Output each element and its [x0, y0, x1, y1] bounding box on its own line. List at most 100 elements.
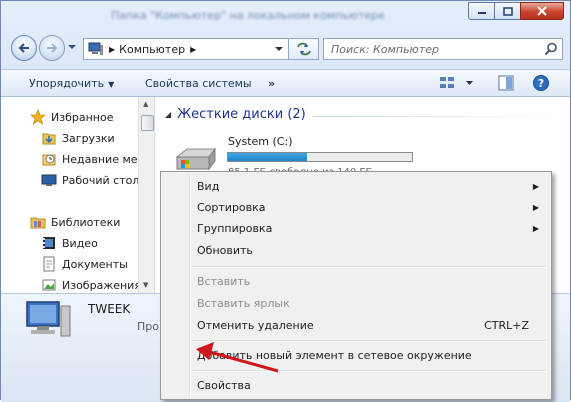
group-divider: [313, 116, 560, 117]
back-arrow-icon: [18, 43, 29, 53]
more-commands-button[interactable]: »: [268, 77, 275, 90]
back-button[interactable]: [11, 35, 37, 61]
nav-item-downloads[interactable]: Загрузки: [41, 128, 115, 148]
group-title: Жесткие диски (2): [177, 107, 306, 122]
address-dropdown-icon[interactable]: [274, 45, 284, 53]
video-icon: [41, 235, 57, 251]
nav-label: Видео: [62, 236, 98, 250]
minimize-icon: [477, 12, 486, 14]
help-icon[interactable]: ?: [532, 74, 550, 92]
forward-button[interactable]: [39, 35, 65, 61]
documents-icon: [41, 256, 57, 272]
menu-shortcut: CTRL+Z: [484, 318, 529, 332]
history-dropdown-icon[interactable]: [67, 43, 77, 51]
drive-usage-fill: [228, 153, 308, 161]
computer-name: TWEEK: [88, 302, 131, 316]
view-dropdown-icon[interactable]: [465, 80, 474, 87]
desktop-icon: [41, 172, 57, 188]
nav-label: Избранное: [51, 110, 114, 124]
preview-pane-icon[interactable]: [497, 74, 515, 92]
nav-label: Рабочий стол: [62, 173, 140, 187]
nav-label: Недавние мес: [62, 152, 144, 166]
nav-item-libraries[interactable]: Библиотеки: [30, 212, 120, 232]
menu-label: Обновить: [197, 243, 253, 257]
menu-item-undo-delete[interactable]: Отменить удаление CTRL+Z: [163, 315, 549, 335]
menu-item-paste-shortcut: Вставить ярлык: [163, 293, 549, 313]
window-controls: [468, 2, 564, 20]
nav-label: Загрузки: [62, 131, 115, 145]
drive-label[interactable]: System (C:): [228, 135, 293, 148]
hard-drive-icon: [175, 147, 216, 171]
recent-places-icon: [41, 151, 57, 167]
breadcrumb-separator[interactable]: ▶: [109, 45, 115, 54]
system-properties-button[interactable]: Свойства системы: [145, 77, 252, 90]
menu-separator: [191, 370, 547, 372]
scroll-up-icon[interactable]: ▲: [143, 100, 148, 108]
collapse-triangle-icon[interactable]: ◢: [165, 110, 171, 119]
breadcrumb-computer[interactable]: Компьютер: [119, 43, 185, 56]
nav-item-favorites[interactable]: Избранное: [30, 107, 113, 127]
menu-item-paste: Вставить: [163, 271, 549, 291]
menu-item-add-network-location[interactable]: Добавить новый элемент в сетевое окружен…: [163, 345, 549, 365]
organize-button[interactable]: Упорядочить ▼: [29, 77, 114, 90]
menu-item-refresh[interactable]: Обновить: [163, 240, 549, 260]
menu-item-properties[interactable]: Свойства: [163, 375, 549, 395]
nav-scrollbar[interactable]: ▲ ▼: [138, 97, 154, 293]
nav-item-documents[interactable]: Документы: [41, 254, 128, 274]
nav-item-video[interactable]: Видео: [41, 233, 98, 253]
star-icon: [30, 109, 46, 125]
organize-label: Упорядочить: [29, 77, 105, 90]
menu-label: Сортировка: [197, 200, 266, 214]
drive-usage-bar: [227, 152, 413, 162]
menu-label: Добавить новый элемент в сетевое окружен…: [197, 348, 472, 362]
menu-label: Группировка: [197, 221, 273, 235]
refresh-button[interactable]: [289, 38, 319, 60]
menu-item-group[interactable]: Группировка ▶: [163, 218, 549, 238]
nav-item-images[interactable]: Изображения: [41, 275, 141, 295]
images-icon: [41, 277, 57, 293]
maximize-icon: [502, 6, 513, 16]
address-field[interactable]: ▶ Компьютер ▶: [83, 38, 289, 60]
address-bar-area: ▶ Компьютер ▶ Поиск: Компьютер: [1, 29, 570, 69]
chevron-down-icon: ▼: [108, 80, 115, 89]
window-title: Папка "Компьютер" на локальном компьютер…: [111, 9, 385, 22]
menu-separator: [191, 340, 547, 342]
nav-item-recent[interactable]: Недавние мес: [41, 149, 144, 169]
menu-label: Вид: [197, 179, 220, 193]
search-icon[interactable]: [544, 42, 558, 56]
search-input[interactable]: Поиск: Компьютер: [323, 38, 563, 60]
view-options-icon[interactable]: [438, 74, 458, 92]
computer-icon: [88, 42, 103, 55]
scroll-thumb[interactable]: [141, 115, 154, 131]
menu-label: Вставить ярлык: [197, 296, 290, 310]
menu-item-view[interactable]: Вид ▶: [163, 176, 549, 196]
close-button[interactable]: [520, 2, 564, 20]
navigation-pane: Избранное Загрузки Недавние мес Рабочий …: [1, 97, 155, 293]
maximize-button[interactable]: [494, 2, 520, 20]
menu-label: Отменить удаление: [197, 318, 314, 332]
close-icon: [537, 6, 547, 16]
libraries-icon: [30, 214, 46, 230]
nav-label: Документы: [62, 257, 128, 271]
breadcrumb-separator-2[interactable]: ▶: [190, 45, 196, 54]
nav-label: Изображения: [62, 278, 141, 292]
context-menu: Вид ▶ Сортировка ▶ Группировка ▶ Обновить В…: [160, 171, 552, 400]
refresh-icon: [296, 42, 311, 56]
svg-text:?: ?: [538, 77, 544, 90]
menu-separator: [191, 266, 547, 268]
downloads-folder-icon: [41, 130, 57, 146]
forward-arrow-icon: [47, 43, 58, 53]
submenu-arrow-icon: ▶: [532, 223, 539, 233]
nav-item-desktop[interactable]: Рабочий стол: [41, 170, 139, 190]
menu-item-sort[interactable]: Сортировка ▶: [163, 197, 549, 217]
submenu-arrow-icon: ▶: [532, 181, 539, 191]
menu-label: Вставить: [197, 274, 251, 288]
scroll-down-icon[interactable]: ▼: [143, 281, 148, 289]
group-header-hard-drives[interactable]: ◢ Жесткие диски (2): [165, 107, 306, 122]
command-bar: Упорядочить ▼ Свойства системы » ?: [1, 69, 570, 97]
menu-label: Свойства: [197, 378, 251, 392]
title-bar[interactable]: Папка "Компьютер" на локальном компьютер…: [1, 1, 570, 29]
submenu-arrow-icon: ▶: [532, 202, 539, 212]
nav-label: Библиотеки: [51, 215, 121, 229]
minimize-button[interactable]: [468, 2, 494, 20]
